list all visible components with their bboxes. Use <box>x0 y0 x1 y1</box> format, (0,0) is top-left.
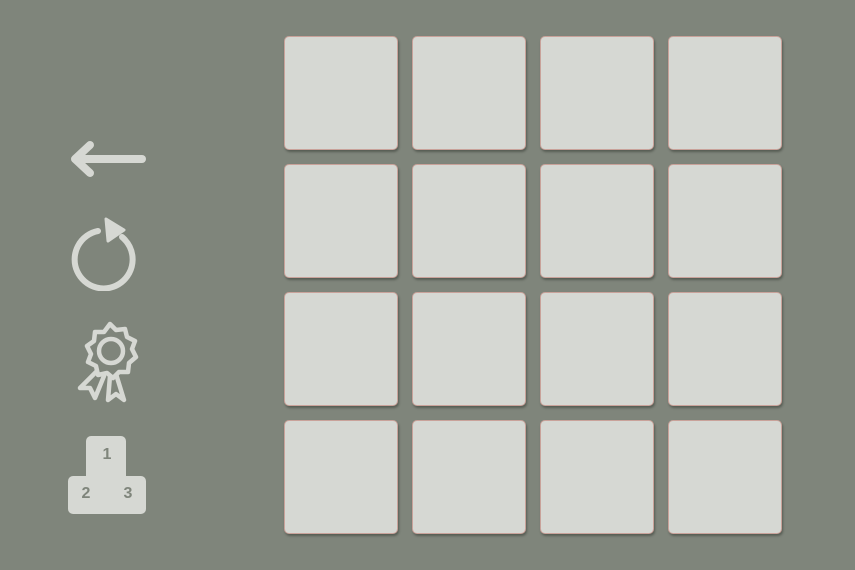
board-tile[interactable] <box>668 164 782 278</box>
board-tile[interactable] <box>284 292 398 406</box>
back-button[interactable] <box>66 136 148 182</box>
podium-first-place-label: 1 <box>102 446 112 463</box>
arrow-left-icon <box>71 141 146 177</box>
award-ribbon-icon <box>77 321 139 403</box>
achievements-button[interactable] <box>70 318 146 408</box>
board-tile[interactable] <box>284 164 398 278</box>
board-tile[interactable] <box>284 420 398 534</box>
board-tile[interactable] <box>668 36 782 150</box>
restart-icon <box>71 217 136 291</box>
board-tile[interactable] <box>540 164 654 278</box>
board-tile[interactable] <box>540 420 654 534</box>
board-tile[interactable] <box>412 36 526 150</box>
sidebar: 1 2 3 <box>0 0 220 570</box>
board-tile[interactable] <box>540 292 654 406</box>
podium-third-place-label: 3 <box>123 485 133 502</box>
board-tile[interactable] <box>284 36 398 150</box>
board-tile[interactable] <box>668 420 782 534</box>
board-tile[interactable] <box>412 420 526 534</box>
restart-button[interactable] <box>70 209 146 291</box>
leaderboard-button[interactable]: 1 2 3 <box>66 434 148 514</box>
board-tile[interactable] <box>412 164 526 278</box>
podium-second-place-label: 2 <box>81 485 91 502</box>
board-tile[interactable] <box>540 36 654 150</box>
game-board <box>284 36 784 536</box>
board-tile[interactable] <box>668 292 782 406</box>
board-tile[interactable] <box>412 292 526 406</box>
